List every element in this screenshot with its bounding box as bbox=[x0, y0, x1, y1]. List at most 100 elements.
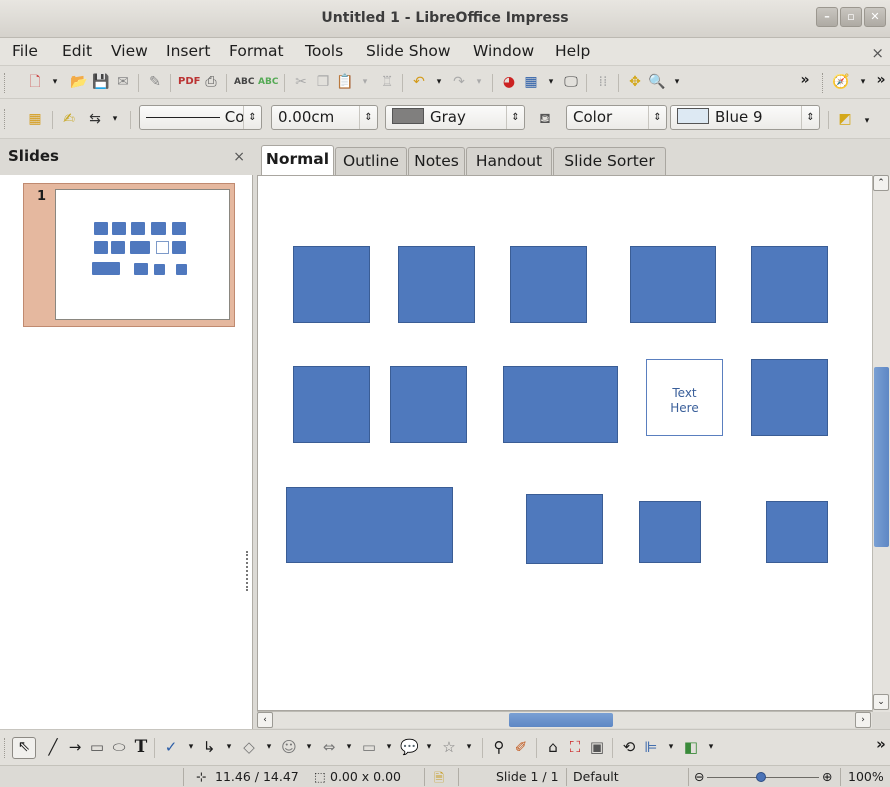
toolbar-overflow-icon[interactable]: » bbox=[872, 72, 890, 88]
zoom-in-icon[interactable]: ⊕ bbox=[822, 769, 832, 784]
email-icon[interactable]: ✉ bbox=[114, 74, 132, 90]
line-icon[interactable]: ✍ bbox=[60, 111, 78, 127]
horizontal-scrollbar[interactable]: ‹ › bbox=[257, 711, 872, 728]
rectangle-tool-icon[interactable]: ▭ bbox=[88, 739, 106, 755]
line-arrow-tool-icon[interactable]: → bbox=[66, 739, 84, 755]
line-color-select[interactable]: Gray ⇕ bbox=[385, 105, 525, 130]
dropdown-arrow-icon[interactable]: ▾ bbox=[46, 74, 64, 90]
shadow-icon[interactable]: ◩ bbox=[836, 111, 854, 127]
area-color-select[interactable]: Blue 9 ⇕ bbox=[670, 105, 820, 130]
dropdown-arrow-icon[interactable]: ▾ bbox=[702, 739, 720, 755]
rectangle-shape[interactable] bbox=[751, 359, 828, 436]
line-style-select[interactable]: Co ⇕ bbox=[139, 105, 262, 130]
toolbar-grip[interactable] bbox=[4, 738, 7, 758]
dropdown-arrow-icon[interactable]: ▾ bbox=[182, 739, 200, 755]
dropdown-arrow-icon[interactable]: ▾ bbox=[460, 739, 478, 755]
dropdown-arrow-icon[interactable]: ▾ bbox=[430, 74, 448, 90]
open-icon[interactable]: 📂 bbox=[70, 74, 88, 90]
save-icon[interactable]: 💾 bbox=[92, 74, 110, 90]
area-style-select[interactable]: Color ⇕ bbox=[566, 105, 667, 130]
vertical-scrollbar[interactable]: ⌃ ⌄ bbox=[872, 175, 890, 712]
connector-tool-icon[interactable]: ↳ bbox=[200, 739, 218, 755]
new-document-icon[interactable]: 🗋 bbox=[26, 74, 44, 90]
rectangle-shape[interactable] bbox=[526, 494, 603, 564]
menu-tools[interactable]: Tools bbox=[305, 42, 343, 60]
tab-slide-sorter[interactable]: Slide Sorter bbox=[553, 147, 666, 175]
print-icon[interactable]: ⎙ bbox=[202, 74, 220, 90]
curve-tool-icon[interactable]: ✓ bbox=[162, 739, 180, 755]
menu-window[interactable]: Window bbox=[473, 42, 534, 60]
text-tool-icon[interactable]: T bbox=[132, 739, 150, 756]
vertical-scroll-thumb[interactable] bbox=[874, 367, 889, 547]
horizontal-scroll-thumb[interactable] bbox=[509, 713, 613, 727]
dropdown-arrow-icon[interactable]: ▾ bbox=[300, 739, 318, 755]
helplines-icon[interactable]: ✥ bbox=[626, 74, 644, 90]
callouts-icon[interactable]: 💬 bbox=[400, 739, 419, 755]
symbol-shapes-icon[interactable]: ☺ bbox=[280, 739, 298, 755]
dropdown-arrow-icon[interactable]: ▾ bbox=[668, 74, 686, 90]
rectangle-shape[interactable] bbox=[286, 487, 453, 563]
toolbar-grip[interactable] bbox=[822, 73, 825, 93]
rectangle-shape[interactable] bbox=[293, 246, 370, 323]
undo-icon[interactable]: ↶ bbox=[410, 74, 428, 90]
spin-arrows-icon[interactable]: ⇕ bbox=[359, 106, 377, 129]
dropdown-arrow-icon[interactable]: ▾ bbox=[662, 739, 680, 755]
autospellcheck-icon[interactable]: ABC bbox=[258, 74, 278, 90]
area-icon[interactable]: ⛾ bbox=[536, 111, 554, 127]
rectangle-shape[interactable] bbox=[398, 246, 475, 323]
menu-insert[interactable]: Insert bbox=[166, 42, 210, 60]
tab-outline[interactable]: Outline bbox=[335, 147, 407, 175]
close-document-icon[interactable]: × bbox=[871, 44, 884, 62]
dropdown-arrow-icon[interactable]: ▾ bbox=[340, 739, 358, 755]
styles-icon[interactable]: ▦ bbox=[26, 111, 44, 127]
basic-shapes-icon[interactable]: ◇ bbox=[240, 739, 258, 755]
dropdown-arrow-icon[interactable]: ▾ bbox=[356, 74, 374, 90]
edit-file-icon[interactable]: ✎ bbox=[146, 74, 164, 90]
pane-splitter-handle[interactable] bbox=[246, 551, 252, 591]
menu-view[interactable]: View bbox=[111, 42, 148, 60]
tab-handout[interactable]: Handout bbox=[466, 147, 552, 175]
rectangle-shape[interactable] bbox=[630, 246, 716, 323]
rectangle-shape[interactable] bbox=[639, 501, 701, 563]
rotate-icon[interactable]: ⟲ bbox=[620, 739, 638, 755]
redo-icon[interactable]: ↷ bbox=[450, 74, 468, 90]
layout-name[interactable]: Default bbox=[573, 769, 619, 784]
grid-icon[interactable]: ⁞⁞ bbox=[594, 74, 612, 90]
rectangle-shape[interactable] bbox=[766, 501, 828, 563]
close-pane-icon[interactable]: × bbox=[233, 149, 245, 165]
toolbar-grip[interactable] bbox=[4, 109, 7, 129]
scroll-up-icon[interactable]: ⌃ bbox=[873, 175, 889, 191]
clone-formatting-icon[interactable]: ♖ bbox=[378, 74, 396, 90]
tab-notes[interactable]: Notes bbox=[408, 147, 465, 175]
zoom-slider-knob[interactable] bbox=[756, 772, 766, 782]
close-icon[interactable]: ✕ bbox=[864, 7, 886, 27]
ellipse-tool-icon[interactable]: ⬭ bbox=[110, 739, 128, 755]
display-views-icon[interactable]: 🖵 bbox=[562, 74, 580, 90]
scroll-left-icon[interactable]: ‹ bbox=[257, 712, 273, 728]
fontwork-icon[interactable]: ⌂ bbox=[544, 739, 562, 755]
dropdown-arrow-icon[interactable]: ▾ bbox=[106, 111, 124, 127]
zoom-icon[interactable]: 🔍 bbox=[648, 74, 666, 90]
rectangle-shape[interactable] bbox=[503, 366, 618, 443]
dropdown-arrow-icon[interactable]: ▾ bbox=[470, 74, 488, 90]
document-modified-icon[interactable]: 🗎 bbox=[434, 769, 444, 787]
toolbar-overflow-icon[interactable]: » bbox=[796, 72, 814, 88]
scroll-down-icon[interactable]: ⌄ bbox=[873, 694, 889, 710]
arrow-style-icon[interactable]: ⇆ bbox=[86, 111, 104, 127]
rectangle-shape[interactable] bbox=[751, 246, 828, 323]
dropdown-arrow-icon[interactable]: ▾ bbox=[380, 739, 398, 755]
stars-icon[interactable]: ☆ bbox=[440, 739, 458, 755]
toolbar-grip[interactable] bbox=[4, 73, 7, 93]
spin-arrows-icon[interactable]: ⇕ bbox=[648, 106, 666, 129]
line-width-field[interactable]: 0.00cm ⇕ bbox=[271, 105, 378, 130]
spin-arrows-icon[interactable]: ⇕ bbox=[243, 106, 261, 129]
export-pdf-icon[interactable]: PDF bbox=[178, 74, 200, 90]
text-box[interactable]: Text Here bbox=[646, 359, 723, 436]
dropdown-arrow-icon[interactable]: ▾ bbox=[858, 113, 876, 129]
align-icon[interactable]: ⊫ bbox=[642, 739, 660, 755]
cut-icon[interactable]: ✂ bbox=[292, 74, 310, 90]
chart-icon[interactable]: ◕ bbox=[500, 74, 518, 90]
flowchart-icon[interactable]: ▭ bbox=[360, 739, 378, 755]
maximize-icon[interactable]: ▫ bbox=[840, 7, 862, 27]
copy-icon[interactable]: ❐ bbox=[314, 74, 332, 90]
